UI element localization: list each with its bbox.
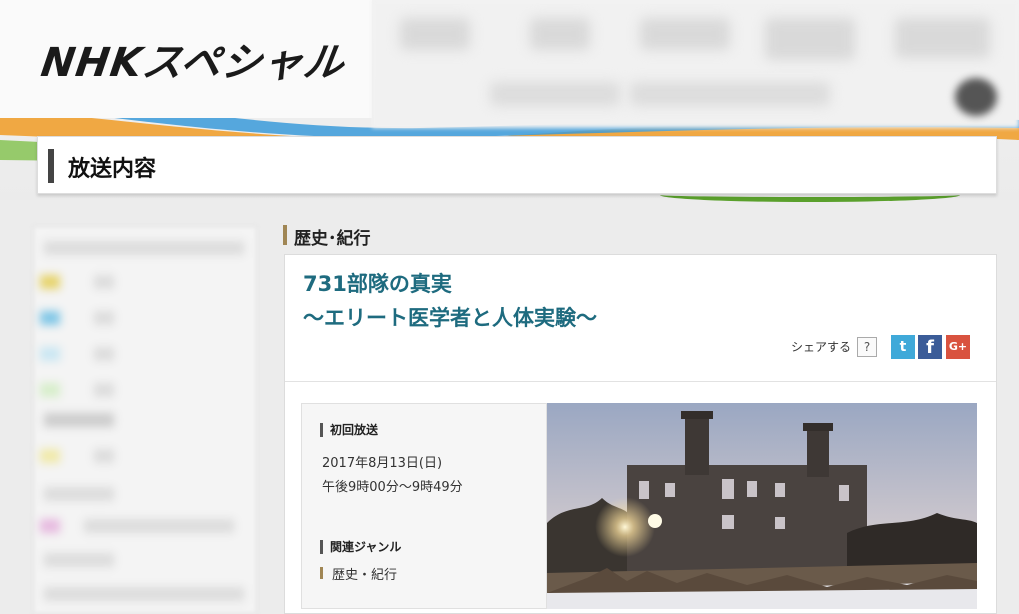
google-plus-icon[interactable]: G+: [946, 335, 970, 359]
genre-label: 関連ジャンル: [330, 540, 402, 554]
page-title-bar: 放送内容: [37, 136, 997, 194]
sidebar-item-icon: [40, 383, 60, 397]
logo-area[interactable]: NHKスペシャル: [0, 0, 372, 118]
nav-item[interactable]: [400, 18, 470, 50]
title-accent-bar: [48, 149, 54, 183]
program-title-line2: 〜エリート医学者と人体実験〜: [303, 306, 597, 330]
site-logo[interactable]: NHKスペシャル: [38, 30, 349, 88]
sidebar-item[interactable]: [84, 519, 234, 533]
program-title: 731部隊の真実 〜エリート医学者と人体実験〜: [303, 267, 597, 335]
nav-item[interactable]: [895, 18, 990, 58]
sidebar-item[interactable]: [94, 311, 114, 325]
broadcast-date: 2017年8月13日(日): [322, 456, 443, 471]
sidebar-item[interactable]: [94, 347, 114, 361]
sidebar-blurred: [33, 226, 257, 614]
genre-accent-bar: [320, 567, 323, 579]
sidebar-item[interactable]: [94, 449, 114, 463]
share-label: シェアする: [791, 340, 852, 354]
nav-sub-item[interactable]: [490, 82, 620, 106]
sidebar-item[interactable]: [44, 241, 244, 255]
sidebar-item[interactable]: [44, 587, 244, 601]
program-title-line1: 731部隊の真実: [303, 272, 452, 296]
genre-link-text[interactable]: 歴史・紀行: [332, 564, 397, 583]
twitter-icon[interactable]: t: [891, 335, 915, 359]
sidebar-item-icon: [40, 449, 60, 463]
facebook-icon[interactable]: f: [918, 335, 942, 359]
broadcast-time: 午後9時00分〜9時49分: [322, 480, 463, 495]
sidebar-item[interactable]: [94, 275, 114, 289]
category-label: 歴史･紀行: [294, 229, 371, 249]
broadcast-label: 初回放送: [330, 423, 379, 437]
sidebar-item-icon: [40, 519, 60, 533]
page-title: 放送内容: [68, 157, 157, 182]
label-accent-bar: [320, 423, 323, 437]
program-card: 731部隊の真実 〜エリート医学者と人体実験〜 シェアする ? t f G+ 初…: [284, 254, 997, 614]
sidebar-item-icon: [40, 311, 60, 325]
nav-item[interactable]: [640, 18, 730, 50]
sidebar-item[interactable]: [44, 487, 114, 501]
program-photo: [547, 403, 977, 609]
broadcast-info-panel: 初回放送 2017年8月13日(日) 午後9時00分〜9時49分 関連ジャンル …: [301, 403, 547, 609]
category-accent-bar: [283, 225, 287, 245]
sidebar-item[interactable]: [44, 553, 114, 567]
search-field[interactable]: [630, 82, 830, 106]
sidebar-item[interactable]: [44, 413, 114, 427]
ruins-photo: [547, 403, 977, 609]
nav-item[interactable]: [530, 18, 590, 50]
sidebar-item-icon: [40, 347, 60, 361]
nav-item[interactable]: [765, 18, 855, 60]
share-help-button[interactable]: ?: [857, 337, 877, 357]
sidebar-item-icon: [40, 275, 60, 289]
card-divider: [285, 381, 996, 382]
label-accent-bar: [320, 540, 323, 554]
sidebar-item[interactable]: [94, 383, 114, 397]
search-icon[interactable]: [955, 78, 997, 116]
